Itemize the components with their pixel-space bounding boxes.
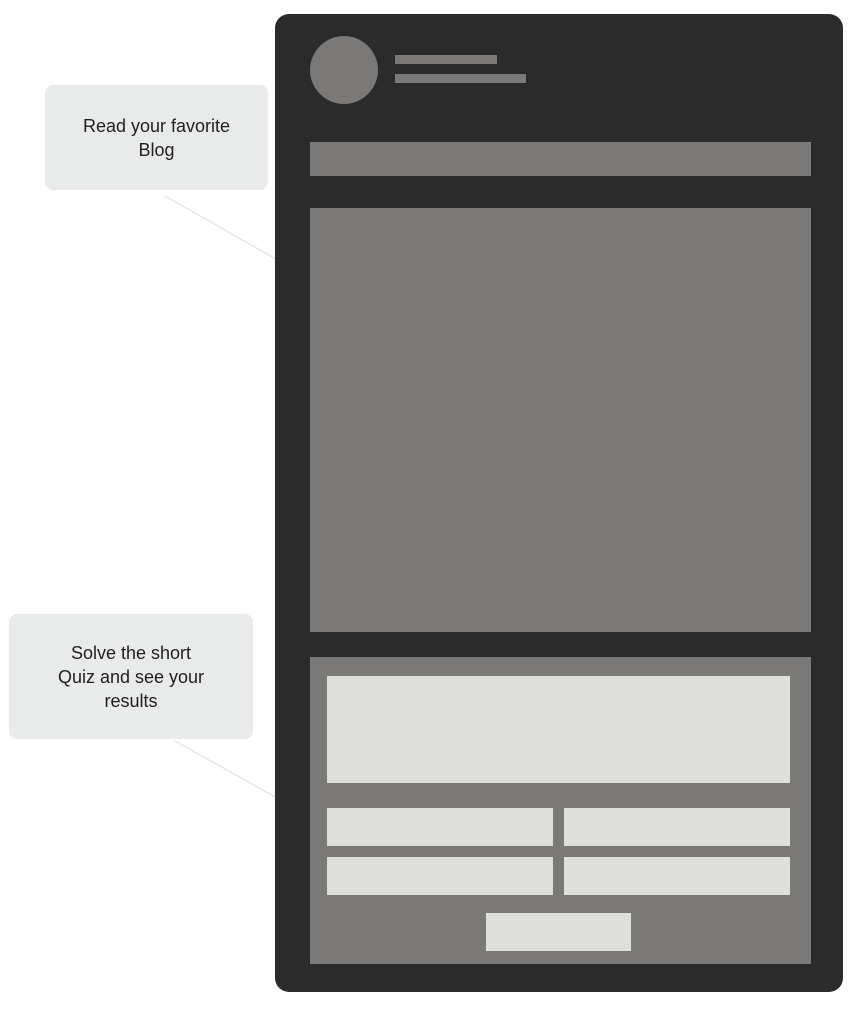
quiz-panel [310, 657, 811, 964]
callout-solve-quiz-text: Solve the short Quiz and see your result… [57, 642, 205, 711]
blog-content-placeholder[interactable] [310, 208, 811, 632]
quiz-option-2[interactable] [564, 808, 790, 846]
quiz-option-4[interactable] [564, 857, 790, 895]
blog-title-placeholder [310, 142, 811, 176]
quiz-question-placeholder [327, 676, 790, 783]
avatar[interactable] [310, 36, 378, 104]
phone-frame [275, 14, 843, 992]
callout-read-blog: Read your favorite Blog [45, 85, 268, 190]
author-subtitle-placeholder [395, 74, 526, 83]
author-name-placeholder [395, 55, 497, 64]
callout-read-blog-text: Read your favorite Blog [82, 115, 231, 160]
quiz-option-1[interactable] [327, 808, 553, 846]
quiz-option-3[interactable] [327, 857, 553, 895]
quiz-submit-button[interactable] [486, 913, 631, 951]
callout-solve-quiz: Solve the short Quiz and see your result… [9, 614, 253, 739]
